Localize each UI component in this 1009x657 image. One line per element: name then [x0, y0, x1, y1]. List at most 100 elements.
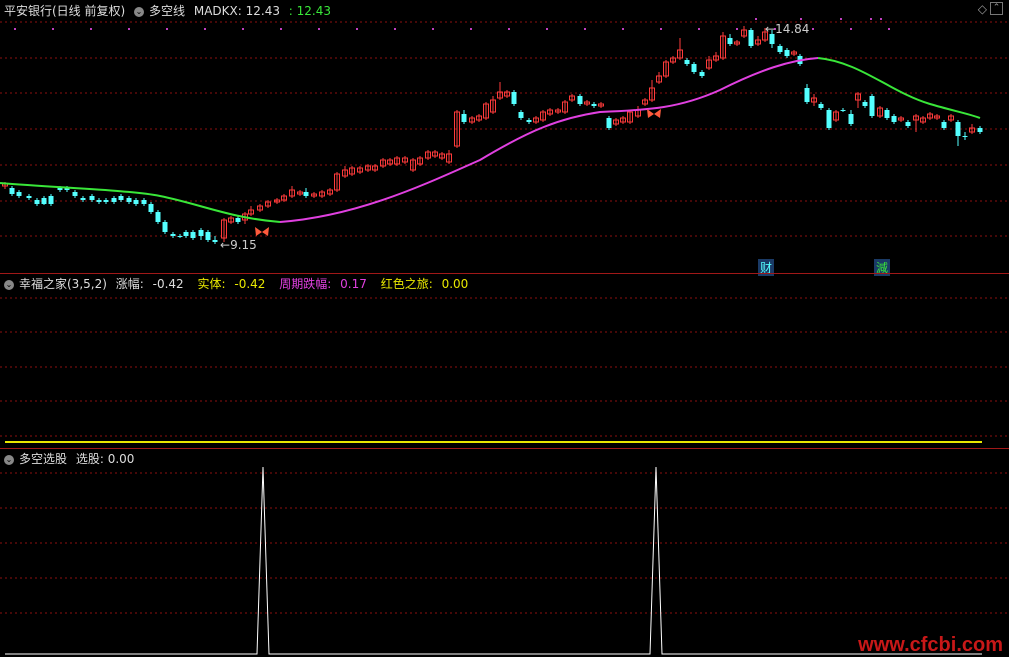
- candlestick-chart[interactable]: [0, 0, 1009, 273]
- candle-body-down: [183, 232, 189, 236]
- candle-body-down: [526, 120, 532, 122]
- low-price-value: 9.15: [230, 238, 257, 252]
- signal-dot: [356, 28, 358, 30]
- candle-body-down: [804, 88, 810, 102]
- signal-dot: [14, 28, 16, 30]
- signal-dot: [800, 18, 802, 20]
- candle-body-down: [133, 200, 139, 204]
- chevron-up-icon[interactable]: ⌃: [990, 2, 1003, 15]
- candle-body-down: [784, 50, 790, 56]
- signal-dot: [888, 28, 890, 30]
- candle-body-down: [884, 110, 890, 118]
- signal-dot: [90, 28, 92, 30]
- candle-body-down: [57, 188, 63, 190]
- candle-body-down: [118, 196, 124, 200]
- indicator-name[interactable]: 幸福之家(3,5,2): [19, 277, 107, 291]
- indicator-menu-icon[interactable]: ⌄: [134, 6, 145, 17]
- signal-dot: [432, 28, 434, 30]
- main-chart-pane[interactable]: 平安银行(日线 前复权) ⌄ 多空线 MADKX: 12.43 : 12.43 ◇…: [0, 0, 1009, 276]
- sub-pane2-header: ⌄ 多空选股 选股: 0.00: [4, 451, 139, 467]
- candle-body-down: [511, 92, 517, 104]
- candle-body-down: [818, 104, 824, 108]
- candle-body-down: [941, 122, 947, 128]
- sub-pane-selection[interactable]: ⌄ 多空选股 选股: 0.00: [0, 449, 1009, 657]
- candle-body-down: [691, 64, 697, 72]
- candle-body-down: [461, 114, 467, 122]
- candle-body-down: [977, 128, 983, 132]
- candle-body-down: [103, 200, 109, 202]
- selection-signal-chart: [0, 466, 1009, 655]
- candle-body-down: [72, 192, 78, 196]
- sub-pane-happiness[interactable]: ⌄ 幸福之家(3,5,2) 涨幅: -0.42 实体: -0.42 周期跌幅: 0…: [0, 274, 1009, 448]
- candle-body-down: [34, 200, 40, 204]
- field-shiti: 实体: -0.42: [197, 277, 266, 291]
- indicator-name[interactable]: 多空线: [149, 4, 185, 18]
- signal-dot: [508, 28, 510, 30]
- candle-body-down: [235, 218, 241, 222]
- candle-body-down: [699, 72, 705, 76]
- candle-body-down: [212, 240, 218, 242]
- candle-body-down: [862, 102, 868, 106]
- signal-dot: [840, 18, 842, 20]
- low-price-label: ←9.15: [218, 238, 259, 252]
- signal-dot: [880, 18, 882, 20]
- candle-body-down: [16, 192, 22, 196]
- signal-dot: [166, 28, 168, 30]
- indicator-menu-icon[interactable]: ⌄: [4, 454, 14, 465]
- indicator-name[interactable]: 多空选股: [19, 452, 67, 466]
- candle-body-down: [198, 230, 204, 236]
- candle-body-down: [205, 232, 211, 240]
- diamond-icon[interactable]: ◇: [978, 2, 987, 16]
- signal-dot: [698, 28, 700, 30]
- signal-dot: [660, 28, 662, 30]
- signal-dot: [850, 28, 852, 30]
- candle-body-down: [48, 196, 54, 204]
- main-pane-header: 平安银行(日线 前复权) ⌄ 多空线 MADKX: 12.43 : 12.43: [4, 3, 336, 19]
- candle-body-down: [840, 110, 846, 111]
- candle-body-down: [111, 198, 117, 202]
- candle-body-down: [962, 136, 968, 137]
- candle-body-down: [141, 200, 147, 204]
- candle-body-down: [684, 60, 690, 64]
- stock-title: 平安银行(日线 前复权): [4, 4, 126, 18]
- signal-dot: [870, 18, 872, 20]
- candle-body-down: [80, 198, 86, 200]
- candle-body-down: [826, 110, 832, 128]
- signal-dot: [812, 28, 814, 30]
- candle-body-down: [190, 232, 196, 238]
- candle-body-down: [591, 104, 597, 106]
- candle-body-down: [148, 204, 154, 212]
- buy-signal-icon: [255, 227, 269, 236]
- signal-dot: [318, 28, 320, 30]
- signal-dot: [394, 28, 396, 30]
- high-price-value: 14.84: [775, 22, 810, 36]
- candle-body-down: [848, 114, 854, 124]
- madkx-value2: : 12.43: [288, 4, 332, 18]
- candle-body-down: [905, 122, 911, 126]
- signal-dot: [546, 28, 548, 30]
- candle-body-down: [26, 196, 32, 198]
- indicator-menu-icon[interactable]: ⌄: [4, 279, 14, 290]
- candle-body-down: [606, 118, 612, 128]
- candle-body-down: [9, 188, 15, 194]
- candle-body-down: [177, 236, 183, 237]
- selection-value: 选股: 0.00: [75, 452, 135, 466]
- signal-dot: [204, 28, 206, 30]
- candle-body-down: [727, 38, 733, 44]
- candle-body-down: [96, 200, 102, 202]
- ma-line-bear: [817, 57, 981, 119]
- field-zhouqi: 周期跌幅: 0.17: [279, 277, 367, 291]
- happiness-chart: [0, 297, 1009, 443]
- high-price-label: ←14.84: [763, 22, 811, 36]
- candle-body-down: [170, 234, 176, 236]
- high-arrow-icon: ←: [765, 22, 776, 36]
- candle-body-down: [891, 116, 897, 122]
- candle-body-down: [155, 212, 161, 222]
- field-hongse: 红色之旅: 0.00: [380, 277, 469, 291]
- candle-body-down: [89, 196, 95, 200]
- signal-dot: [622, 28, 624, 30]
- signal-dot: [736, 28, 738, 30]
- signal-dot: [128, 28, 130, 30]
- candle-body-down: [748, 30, 754, 46]
- low-arrow-icon: ←: [220, 238, 231, 252]
